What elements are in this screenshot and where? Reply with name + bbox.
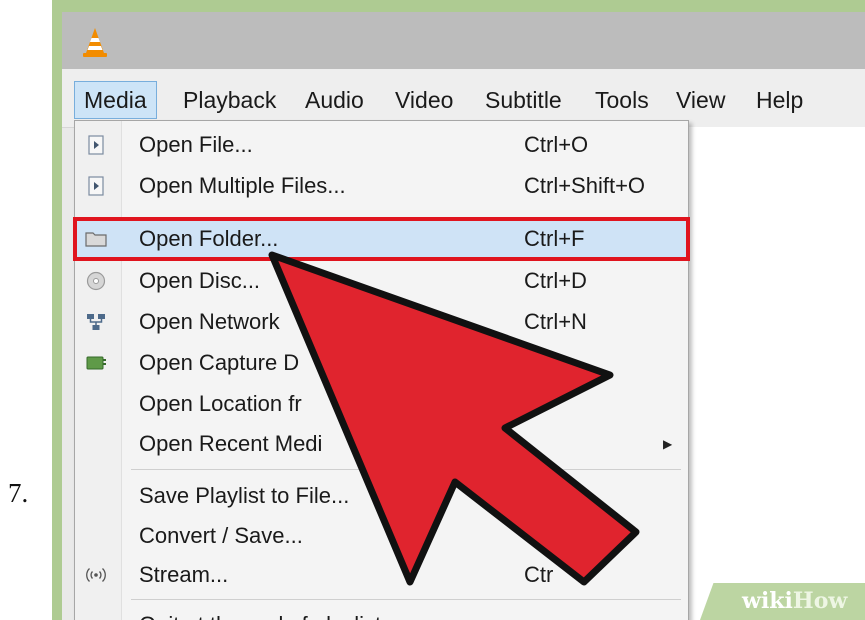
file-play-icon [88,135,104,155]
menu-item-quit-at-end[interactable]: Quit at the end of playlist [75,605,688,620]
menu-item-label: Convert / Save... [139,523,303,548]
menu-item-shortcut: Ctrl+O [524,132,589,157]
title-bar [62,12,865,69]
menu-item-shortcut: Ctrl+D [524,268,587,293]
menu-playback[interactable]: Playback [174,81,285,119]
step-number: 7. [8,478,29,508]
capture-card-icon [86,356,106,370]
menu-subtitle[interactable]: Subtitle [476,81,571,119]
vlc-cone-icon[interactable] [82,26,108,58]
menu-item-open-disc[interactable]: Open Disc... Ctrl+D [75,261,688,301]
menu-help[interactable]: Help [747,81,812,119]
menu-item-label: Open Multiple Files... [139,173,346,198]
menu-item-shortcut: Ctrl+F [524,226,585,251]
wikihow-watermark: wikiHow [742,588,847,614]
menu-item-label: Open Location fr [139,391,302,416]
content-area [687,127,865,620]
menu-audio[interactable]: Audio [296,81,373,119]
menu-item-convert-save[interactable]: Convert / Save... [75,516,688,556]
menu-item-label: Quit at the end of playlist [139,605,381,620]
menu-video[interactable]: Video [386,81,462,119]
menu-item-stream[interactable]: Stream... Ctr [75,555,688,595]
menu-separator [131,599,681,600]
menu-item-label: Stream... [139,562,229,587]
menu-item-label: Open Capture D [139,350,300,375]
menu-item-label: Open File... [139,132,253,157]
media-dropdown-menu: Open File... Ctrl+O Open Multiple Files.… [73,120,690,620]
menu-item-label: Open Folder... [139,226,279,251]
vlc-window: Media Playback Audio Video Subtitle Tool… [62,12,865,620]
menu-item-open-file[interactable]: Open File... Ctrl+O [75,125,688,165]
menu-item-label: Save Playlist to File... [139,483,350,508]
watermark-wiki-text: wiki [742,588,793,614]
menu-item-shortcut: Ctr [524,562,554,587]
menu-item-open-multiple-files[interactable]: Open Multiple Files... Ctrl+Shift+O [75,166,688,206]
menu-media[interactable]: Media [74,81,157,119]
menu-item-save-playlist[interactable]: Save Playlist to File... Y [75,476,688,516]
watermark-how-text: How [792,588,848,614]
menu-item-shortcut: Y [524,483,539,508]
stream-icon [86,568,106,582]
menu-view[interactable]: View [667,81,734,119]
menu-item-label: Open Disc... [139,268,261,293]
menu-item-open-capture-device[interactable]: Open Capture D C [75,343,688,383]
disc-icon [86,271,106,291]
folder-icon [85,232,107,247]
menu-item-open-folder[interactable]: Open Folder... Ctrl+F [73,217,690,261]
menu-item-shortcut: C [524,350,540,375]
menu-tools[interactable]: Tools [586,81,658,119]
menu-item-open-location[interactable]: Open Location fr V [75,384,688,424]
menu-item-shortcut: Ctrl+N [524,309,587,334]
menu-item-open-recent-media[interactable]: Open Recent Medi ▶ [75,424,688,464]
menu-item-label: Open Network [139,309,280,334]
network-icon [87,314,105,330]
menu-item-shortcut: Ctrl+Shift+O [524,173,646,198]
submenu-arrow-icon: ▶ [663,437,673,451]
menu-item-shortcut: V [524,391,539,416]
menu-item-open-network[interactable]: Open Network Ctrl+N [75,302,688,342]
menu-item-label: Open Recent Medi [139,431,323,456]
menu-separator [131,469,681,470]
file-play-icon [88,176,104,196]
